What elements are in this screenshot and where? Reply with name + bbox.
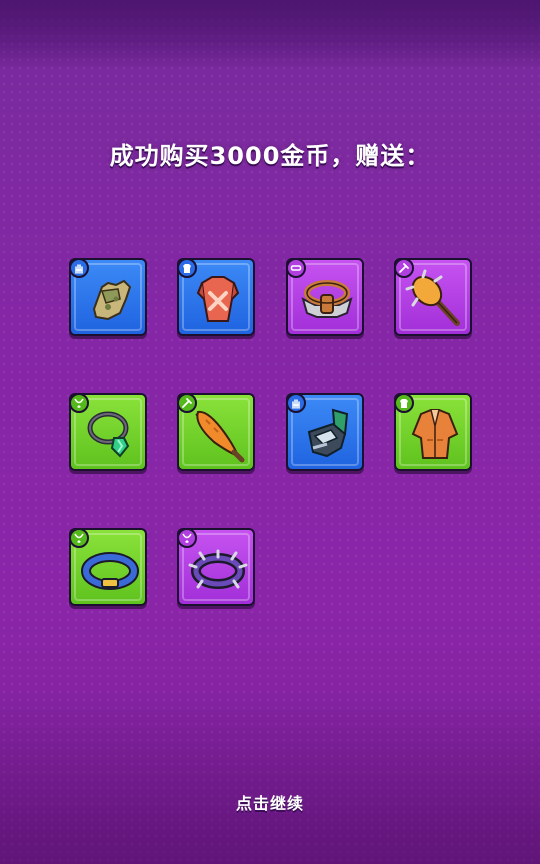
spiked-club-icon: [405, 269, 460, 326]
reward-item-carrot-club[interactable]: [177, 393, 255, 471]
spiked-collar-icon: [188, 549, 248, 589]
armor-icon: [196, 276, 240, 322]
carrot-club-icon: [195, 410, 245, 463]
reward-item-jacket[interactable]: [394, 393, 472, 471]
bottom-gradient-band: [0, 694, 540, 864]
reward-item-armor[interactable]: [177, 258, 255, 336]
tap-to-continue-button[interactable]: 点击继续: [0, 790, 540, 814]
blue-collar-icon: [81, 552, 139, 590]
jacket-icon: [411, 409, 459, 459]
reward-item-spiked-club[interactable]: [394, 258, 472, 336]
reward-item-gauntlet[interactable]: [286, 393, 364, 471]
reward-item-gem-necklace[interactable]: [69, 393, 147, 471]
reward-item-spiked-collar[interactable]: [177, 528, 255, 606]
glove-icon: [92, 279, 132, 321]
purchase-reward-title: 成功购买3000金币，赠送：: [109, 142, 431, 170]
top-gradient-band: [0, 0, 540, 70]
gauntlet-icon: [307, 408, 349, 458]
reward-item-blue-collar[interactable]: [69, 528, 147, 606]
reward-item-belt[interactable]: [286, 258, 364, 336]
belt-icon: [301, 280, 353, 318]
reward-item-glove[interactable]: [69, 258, 147, 336]
gem-necklace-icon: [87, 411, 130, 458]
